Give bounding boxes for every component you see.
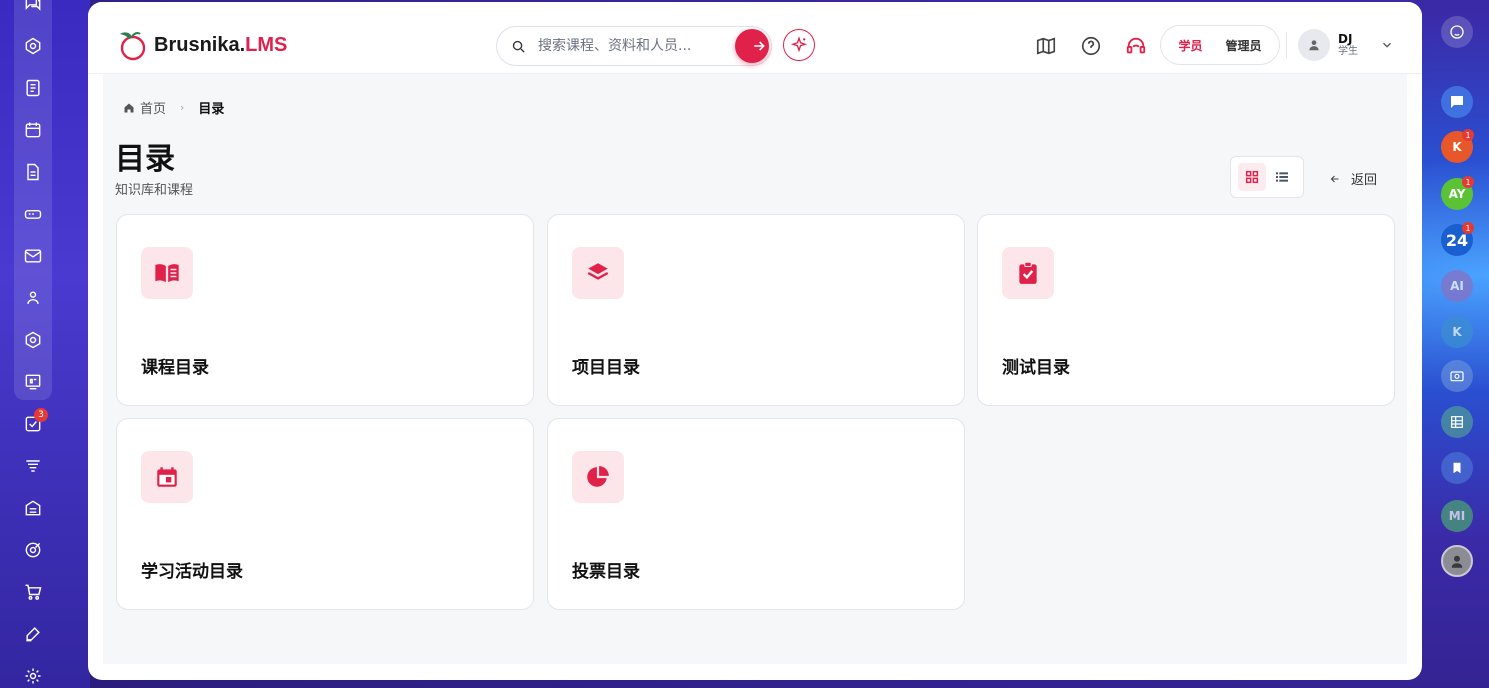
card-icon-box (141, 451, 193, 503)
card-label: 学习活动目录 (141, 562, 243, 582)
logo-text-main: Brusnika. (154, 33, 246, 56)
search-bar (496, 26, 772, 66)
contact-avatar-4[interactable]: AI (1441, 270, 1473, 302)
user-menu[interactable]: DJ 学生 (1298, 29, 1394, 61)
avatar-initials: AI (1450, 279, 1464, 293)
contact-avatar-5[interactable]: K (1441, 316, 1473, 348)
home-icon (124, 103, 134, 112)
chevron-down-icon (1383, 42, 1391, 48)
back-label: 返回 (1351, 173, 1378, 188)
list-icon (1276, 172, 1288, 182)
logo-text-accent: LMS (245, 33, 288, 56)
logo-berry-icon (116, 28, 148, 62)
calendar-event-icon (157, 467, 177, 487)
target-nav-icon[interactable] (21, 538, 45, 562)
contact-badge-2: 1 (1462, 176, 1474, 188)
settings-nav-icon[interactable] (21, 34, 45, 58)
catalog-card-tests[interactable]: 测试目录 (977, 214, 1395, 406)
ai-assistant-button[interactable] (783, 29, 815, 61)
map-icon[interactable] (1034, 34, 1058, 58)
grid-icon (1245, 170, 1259, 184)
main-panel: Brusnika.LMS 学员 管理员 (88, 2, 1422, 680)
mail-nav-icon[interactable] (21, 244, 45, 268)
search-icon (512, 40, 525, 53)
breadcrumb-home[interactable]: 首页 (140, 98, 166, 117)
user-icon (1309, 40, 1319, 51)
catalog-card-projects[interactable]: 项目目录 (547, 214, 965, 406)
page-subtitle: 知识库和课程 (115, 183, 194, 198)
list-view-button[interactable] (1268, 163, 1296, 191)
cart-nav-icon[interactable] (21, 580, 45, 604)
file-nav-icon[interactable] (21, 160, 45, 184)
logo[interactable]: Brusnika.LMS (116, 28, 287, 62)
presentation-nav-icon[interactable] (21, 370, 45, 394)
catalog-card-activities[interactable]: 学习活动目录 (116, 418, 534, 610)
arrow-left-icon (1330, 175, 1339, 182)
user-info: DJ 学生 (1338, 31, 1358, 58)
messages-icon[interactable] (1441, 86, 1473, 118)
card-icon-box (1002, 247, 1054, 299)
calendar-nav-icon[interactable] (21, 118, 45, 142)
bookmark-icon[interactable] (1441, 452, 1473, 484)
page-title: 目录 (115, 142, 175, 177)
camera-icon[interactable] (1441, 360, 1473, 392)
card-label: 投票目录 (572, 562, 640, 582)
users-nav-icon[interactable] (21, 286, 45, 310)
avatar-initials: K (1452, 140, 1462, 154)
top-header: Brusnika.LMS 学员 管理员 (88, 2, 1422, 74)
help-icon[interactable] (1079, 34, 1103, 58)
pie-chart-icon (587, 466, 609, 487)
support-headset-icon[interactable] (1124, 34, 1148, 58)
view-toggle (1230, 156, 1304, 198)
gear-nav-icon[interactable] (21, 664, 45, 688)
catalog-card-polls[interactable]: 投票目录 (547, 418, 965, 610)
chat-nav-icon[interactable] (21, 0, 45, 16)
card-icon-box (572, 451, 624, 503)
avatar (1298, 29, 1330, 61)
user-name: DJ (1338, 31, 1353, 46)
role-toggle: 学员 管理员 (1160, 25, 1280, 65)
contact-badge-3: 1 (1462, 222, 1474, 234)
storage-nav-icon[interactable] (21, 202, 45, 226)
contact-avatar-6[interactable]: MI (1441, 500, 1473, 532)
assistant-icon[interactable] (1441, 16, 1473, 48)
hexagon-nav-icon[interactable] (21, 328, 45, 352)
right-rail: K 1 AY 1 24 1 AI K MI (1424, 0, 1489, 688)
user-photo-avatar[interactable] (1441, 545, 1473, 577)
document-nav-icon[interactable] (21, 76, 45, 100)
back-button[interactable]: 返回 (1329, 169, 1377, 188)
contact-badge-1: 1 (1462, 129, 1474, 141)
avatar-initials: MI (1448, 509, 1466, 523)
book-open-icon (155, 264, 179, 283)
tasks-badge: 3 (34, 408, 48, 422)
edit-nav-icon[interactable] (21, 622, 45, 646)
card-icon-box (141, 247, 193, 299)
clipboard-check-icon (1019, 261, 1037, 284)
search-submit-button[interactable] (735, 29, 769, 63)
grid-view-button[interactable] (1238, 163, 1266, 191)
role-student-tab[interactable]: 学员 (1170, 33, 1210, 58)
logo-text: Brusnika.LMS (154, 34, 287, 57)
header-divider (1286, 32, 1287, 58)
avatar-initials: AY (1448, 187, 1466, 201)
avatar-initials: K (1452, 325, 1462, 339)
card-label: 课程目录 (141, 358, 209, 378)
card-label: 测试目录 (1002, 358, 1070, 378)
building-nav-icon[interactable] (21, 496, 45, 520)
search-input[interactable] (538, 38, 728, 54)
table-icon[interactable] (1441, 406, 1473, 438)
card-label: 项目目录 (572, 358, 640, 378)
content-area: 首页 › 目录 目录 知识库和课程 返回 课程目录 项目目录 测试目录 学习活动… (103, 74, 1407, 664)
sparkle-icon (790, 36, 808, 53)
breadcrumb-separator-icon: › (180, 101, 185, 114)
breadcrumb-current: 目录 (198, 102, 225, 117)
arrow-right-icon (754, 41, 765, 51)
filter-nav-icon[interactable] (21, 454, 45, 478)
breadcrumb: 首页 › 目录 (123, 98, 224, 117)
role-admin-tab[interactable]: 管理员 (1217, 33, 1269, 58)
layers-icon (587, 263, 609, 280)
card-icon-box (572, 247, 624, 299)
catalog-card-courses[interactable]: 课程目录 (116, 214, 534, 406)
user-role: 学生 (1338, 46, 1358, 58)
